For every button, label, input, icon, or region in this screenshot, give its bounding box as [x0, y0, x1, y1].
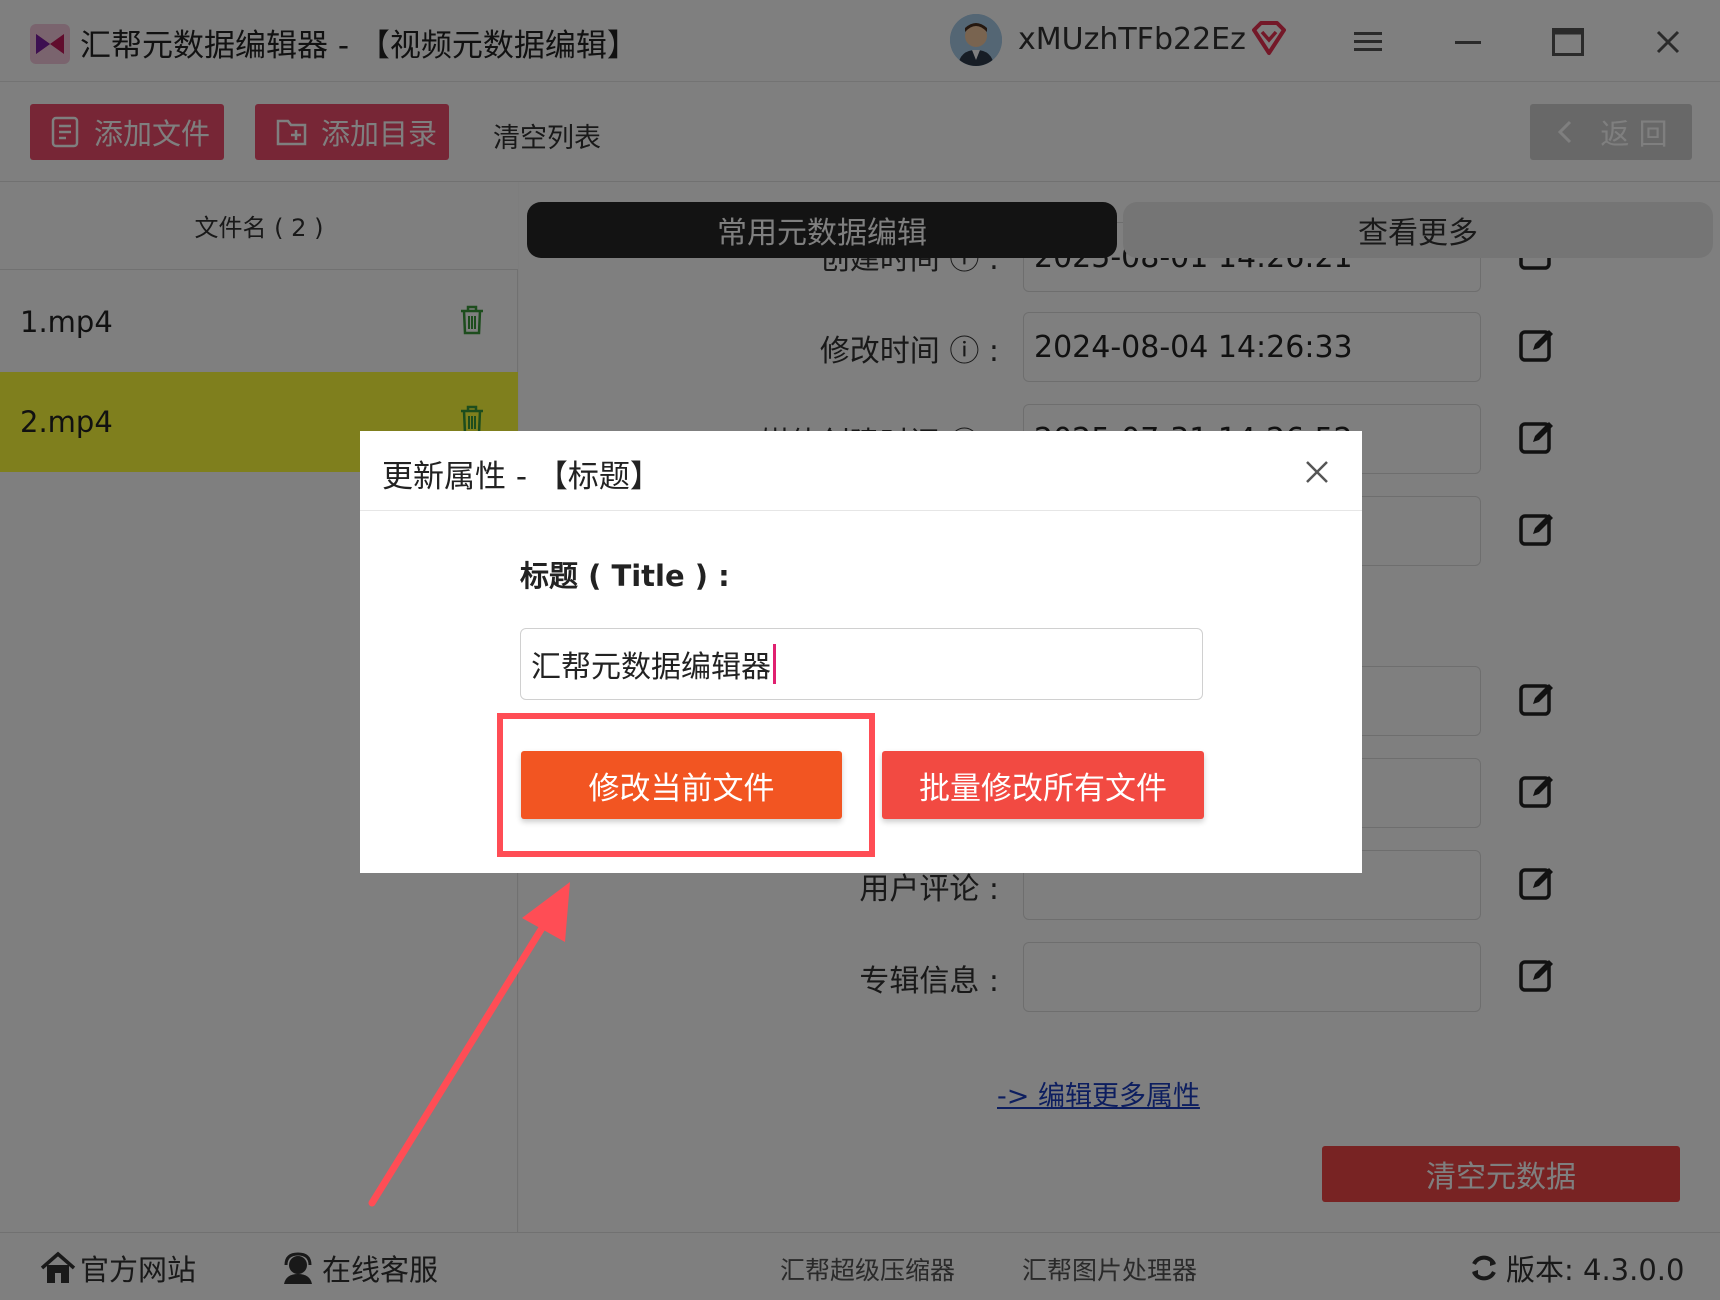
dialog-header: 更新属性 - 【标题】 — [360, 431, 1362, 511]
close-icon[interactable] — [1302, 457, 1332, 487]
dialog-title: 更新属性 - 【标题】 — [382, 459, 661, 495]
title-input-value: 汇帮元数据编辑器 — [531, 650, 771, 685]
batch-modify-all-button[interactable]: 批量修改所有文件 — [882, 751, 1204, 819]
title-field-label: 标题 ( Title ) : — [520, 559, 730, 593]
annotation-highlight-box — [497, 713, 875, 857]
title-input[interactable]: 汇帮元数据编辑器 — [520, 628, 1203, 700]
text-caret — [773, 644, 776, 684]
